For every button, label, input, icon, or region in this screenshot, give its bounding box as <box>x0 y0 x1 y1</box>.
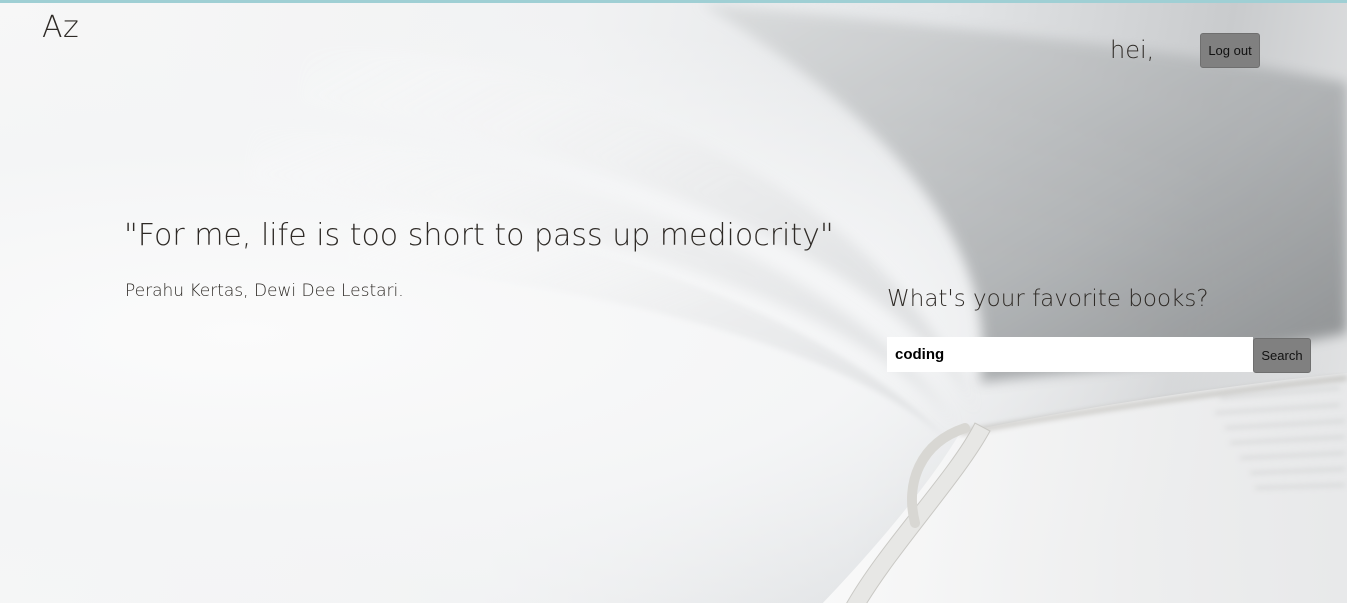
search-button[interactable]: Search <box>1253 338 1311 373</box>
search-heading: What's your favorite books? <box>887 286 1209 312</box>
site-logo[interactable]: Az <box>42 10 79 45</box>
logout-button[interactable]: Log out <box>1200 33 1260 68</box>
quote-attribution: Perahu Kertas, Dewi Dee Lestari. <box>125 281 404 301</box>
search-input[interactable] <box>887 337 1253 372</box>
user-greeting: hei, <box>1110 36 1155 64</box>
hero-quote: "For me, life is too short to pass up me… <box>124 218 834 253</box>
